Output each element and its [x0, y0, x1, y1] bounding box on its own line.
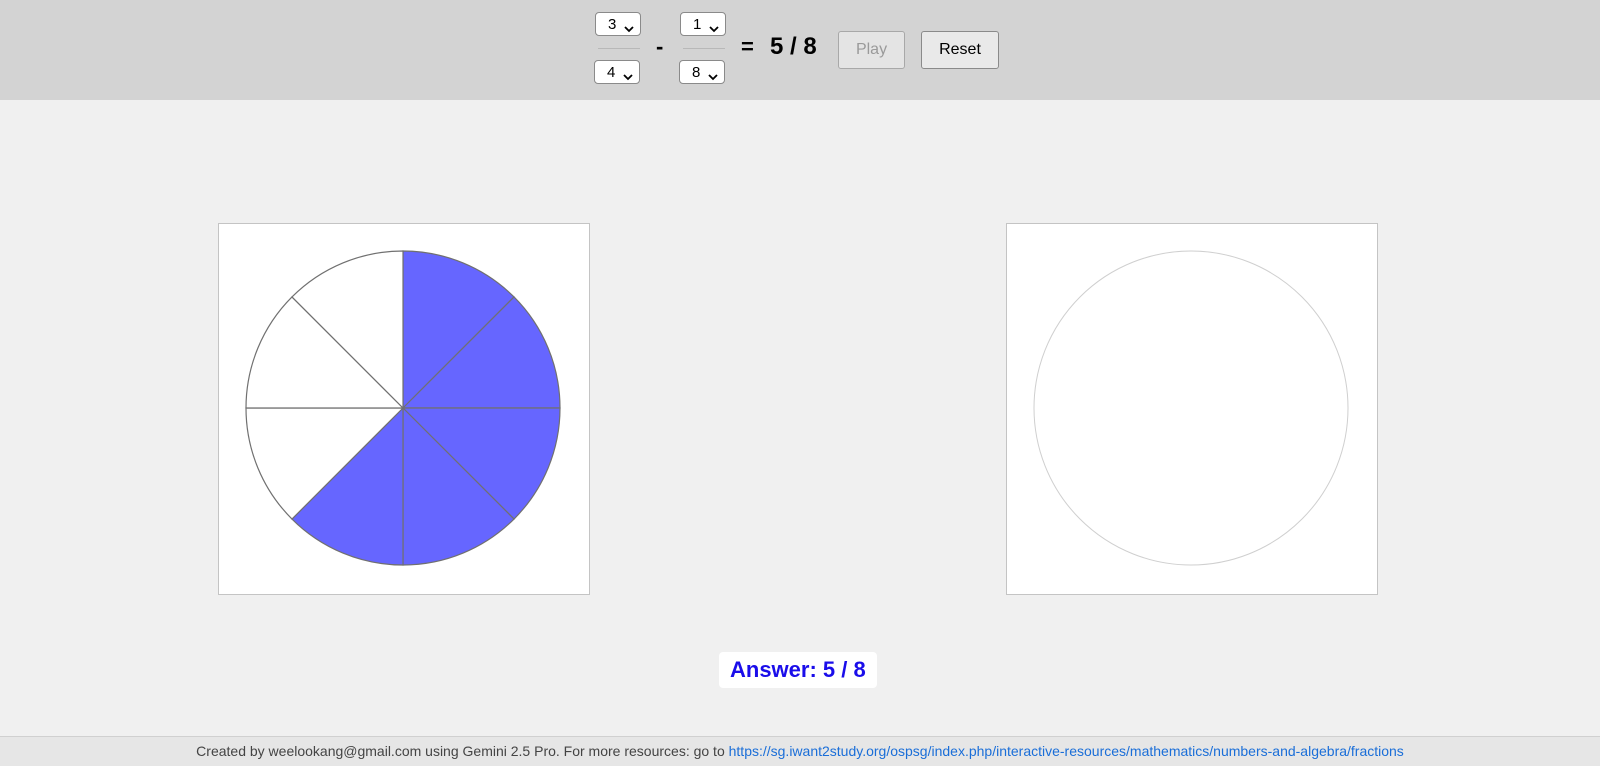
right-pie-panel	[1006, 223, 1378, 595]
operator-sign: -	[656, 34, 664, 59]
left-pie-chart[interactable]	[219, 224, 589, 594]
footer: Created by weelookang@gmail.com using Ge…	[0, 736, 1600, 766]
fraction-bar	[683, 48, 725, 49]
equals-sign: =	[741, 34, 754, 59]
result-value: 5 / 8	[770, 33, 817, 60]
second-numerator-value: 1	[693, 16, 702, 33]
fraction-bar	[598, 48, 640, 49]
first-denominator-select[interactable]: 4	[594, 60, 640, 84]
footer-text: Created by weelookang@gmail.com using Ge…	[196, 743, 729, 759]
empty-pie-circle	[1033, 250, 1349, 566]
second-denominator-select[interactable]: 8	[679, 60, 725, 84]
second-denominator-value: 8	[692, 64, 701, 81]
first-numerator-select[interactable]: 3	[595, 12, 641, 36]
play-button[interactable]: Play	[838, 31, 905, 69]
left-pie-panel	[218, 223, 590, 595]
second-numerator-select[interactable]: 1	[680, 12, 726, 36]
chevron-down-icon	[624, 20, 634, 37]
toolbar: 3 4 - 1 8 = 5 / 8 Play Reset	[0, 0, 1600, 100]
right-pie-chart[interactable]	[1007, 224, 1377, 594]
first-numerator-value: 3	[608, 16, 617, 33]
answer-label: Answer: 5 / 8	[719, 652, 877, 688]
first-denominator-value: 4	[607, 64, 616, 81]
chevron-down-icon	[709, 20, 719, 37]
chevron-down-icon	[623, 68, 633, 85]
reset-button[interactable]: Reset	[921, 31, 999, 69]
footer-link[interactable]: https://sg.iwant2study.org/ospsg/index.p…	[729, 743, 1404, 759]
chevron-down-icon	[708, 68, 718, 85]
